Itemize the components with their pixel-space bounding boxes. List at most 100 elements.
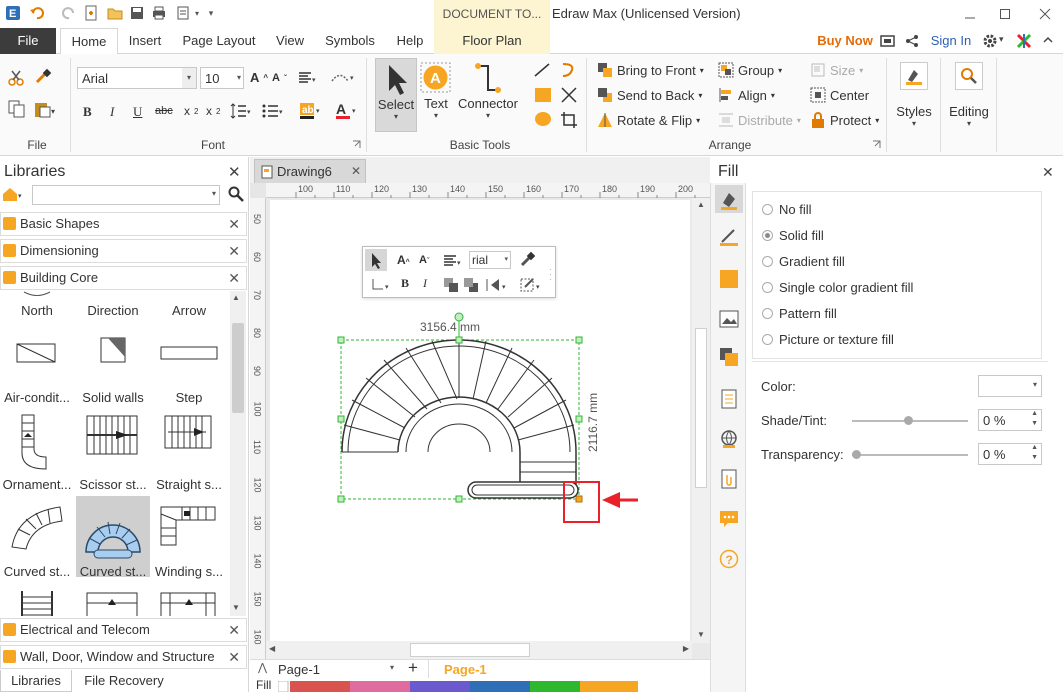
settings-gear-icon[interactable] [982, 33, 998, 49]
scissor-stair-shape-icon[interactable] [86, 415, 138, 455]
editing-button[interactable]: Editing ▾ [944, 60, 994, 144]
bold-icon[interactable]: B [83, 104, 92, 120]
mini-align-icon[interactable]: ▾ [443, 255, 465, 267]
fill-option-solid-fill[interactable]: Solid fill [762, 228, 824, 243]
mini-font-select[interactable]: rial ▾ [469, 251, 511, 269]
mini-line-style-icon[interactable]: ▾ [519, 277, 545, 293]
text-align-icon[interactable]: ▾ [298, 72, 318, 84]
library-section-wall-door-window[interactable]: Wall, Door, Window and Structure ✕ [0, 645, 247, 669]
shape-label[interactable]: Air-condit... [0, 390, 74, 405]
format-painter-icon[interactable] [34, 68, 52, 86]
scroll-up-icon[interactable]: ▲ [697, 200, 705, 209]
minimize-icon[interactable] [955, 0, 985, 28]
mini-send-back-icon[interactable] [463, 277, 479, 293]
strikethrough-icon[interactable]: abc [155, 105, 173, 117]
tab-home[interactable]: Home [60, 28, 118, 55]
redo-icon[interactable] [60, 4, 78, 22]
shape-label[interactable]: Winding s... [152, 564, 226, 579]
shape-label[interactable]: Arrow [152, 303, 226, 318]
double-stair-shape-icon[interactable] [86, 589, 138, 616]
spinner-arrows-icon[interactable]: ▲ ▼ [1031, 409, 1038, 429]
spiral-stair-shape-icon[interactable] [14, 589, 60, 616]
landing-stair-shape-icon[interactable] [160, 589, 216, 616]
tab-libraries[interactable]: Libraries [0, 670, 72, 692]
library-section-electrical-telecom[interactable]: Electrical and Telecom ✕ [0, 618, 247, 642]
shape-label[interactable]: Straight s... [152, 477, 226, 492]
text-curve-icon[interactable]: ▾ [330, 70, 356, 84]
chevron-down-icon[interactable]: ▾ [390, 663, 394, 672]
export-icon[interactable] [174, 4, 192, 22]
settings-chevron-icon[interactable]: ▾ [999, 34, 1004, 45]
save-icon[interactable] [128, 4, 146, 22]
styles-button[interactable]: Styles ▾ [890, 60, 938, 144]
step-shape-icon[interactable] [160, 346, 218, 360]
shape-label[interactable]: Ornament... [0, 477, 74, 492]
fill-option-single-color-gradient[interactable]: Single color gradient fill [762, 280, 913, 295]
page-tab[interactable]: Page-1 [444, 662, 487, 677]
tab-insert[interactable]: Insert [120, 28, 170, 54]
fill-option-no-fill[interactable]: No fill [762, 202, 812, 217]
text-highlight-icon[interactable]: ab ▾ [298, 101, 324, 121]
mini-bold-icon[interactable]: B [401, 276, 409, 291]
send-to-back-button[interactable]: Send to Back ▾ [597, 87, 702, 103]
shape-label[interactable]: Step [152, 390, 226, 405]
font-family-select[interactable]: Arial ▾ [77, 67, 197, 89]
line-tool-icon[interactable] [533, 62, 551, 78]
rotate-flip-button[interactable]: Rotate & Flip ▾ [597, 112, 700, 128]
size-button[interactable]: Size ▾ [810, 62, 863, 78]
center-button[interactable]: Center [810, 87, 869, 103]
ornamental-stair-shape-icon[interactable] [18, 413, 52, 471]
slider-thumb[interactable] [904, 416, 913, 425]
scroll-thumb[interactable] [695, 328, 707, 488]
chevron-down-icon[interactable]: ▾ [237, 73, 241, 82]
tab-help[interactable]: Help [390, 28, 430, 54]
scroll-left-icon[interactable]: ◀ [269, 644, 275, 653]
scroll-thumb[interactable] [232, 323, 244, 413]
chevron-down-icon[interactable]: ▾ [944, 119, 994, 128]
shape-label[interactable]: Scissor st... [76, 477, 150, 492]
canvas-horizontal-scrollbar[interactable]: ◀ ▶ [266, 641, 692, 659]
chevron-down-icon[interactable]: ▾ [376, 112, 416, 121]
group-button[interactable]: Group ▾ [718, 62, 782, 78]
cut-icon[interactable] [8, 70, 26, 86]
close-libraries-icon[interactable]: ✕ [228, 163, 241, 181]
arc-tool-icon[interactable] [560, 62, 576, 78]
distribute-button[interactable]: Distribute ▾ [718, 112, 801, 128]
grow-font-icon[interactable]: A ^ [250, 70, 268, 85]
solid-walls-shape-icon[interactable] [100, 337, 126, 363]
add-page-icon[interactable]: + [408, 658, 418, 678]
tab-page-layout[interactable]: Page Layout [176, 28, 262, 54]
close-fill-panel-icon[interactable]: ✕ [1042, 164, 1054, 181]
share-icon[interactable] [905, 34, 919, 48]
library-section-dimensioning[interactable]: Dimensioning ✕ [0, 239, 247, 263]
shadow-panel-icon[interactable] [719, 269, 739, 289]
chevron-down-icon[interactable]: ▾ [504, 255, 508, 263]
line-panel-icon[interactable] [719, 227, 739, 247]
libraries-scrollbar[interactable]: ▲ ▼ [230, 291, 246, 616]
shape-label[interactable]: Curved st... [76, 564, 150, 579]
hyperlink-globe-icon[interactable] [719, 429, 739, 449]
intersect-tool-icon[interactable] [560, 86, 578, 104]
library-section-building-core[interactable]: Building Core ✕ [0, 266, 247, 290]
bullets-icon[interactable]: ▾ [262, 103, 286, 119]
new-document-icon[interactable] [82, 4, 100, 22]
ellipse-tool-icon[interactable] [534, 111, 552, 127]
file-menu[interactable]: File [0, 28, 56, 54]
context-tab-document-tools[interactable]: DOCUMENT TO... [434, 0, 550, 28]
mini-bring-front-icon[interactable] [443, 277, 459, 293]
winding-stair-shape-icon[interactable] [160, 506, 216, 546]
close-section-icon[interactable]: ✕ [228, 267, 240, 289]
image-panel-icon[interactable] [719, 309, 739, 329]
collapse-ribbon-icon[interactable] [1042, 34, 1054, 46]
scroll-down-icon[interactable]: ▼ [697, 630, 705, 639]
superscript-icon[interactable]: x2 [206, 104, 220, 118]
crop-tool-icon[interactable] [560, 111, 578, 129]
arrange-dialog-launcher-icon[interactable] [872, 140, 881, 149]
mini-format-painter-icon[interactable] [519, 251, 537, 269]
shade-tint-spinner[interactable]: 0 % ▲ ▼ [978, 409, 1042, 431]
protect-button[interactable]: Protect ▾ [810, 112, 879, 128]
tab-file-recovery[interactable]: File Recovery [74, 670, 174, 692]
chevron-down-icon[interactable]: ▾ [890, 119, 938, 128]
canvas-vertical-scrollbar[interactable]: ▲ ▼ [692, 198, 710, 643]
cart-icon[interactable] [880, 34, 896, 48]
